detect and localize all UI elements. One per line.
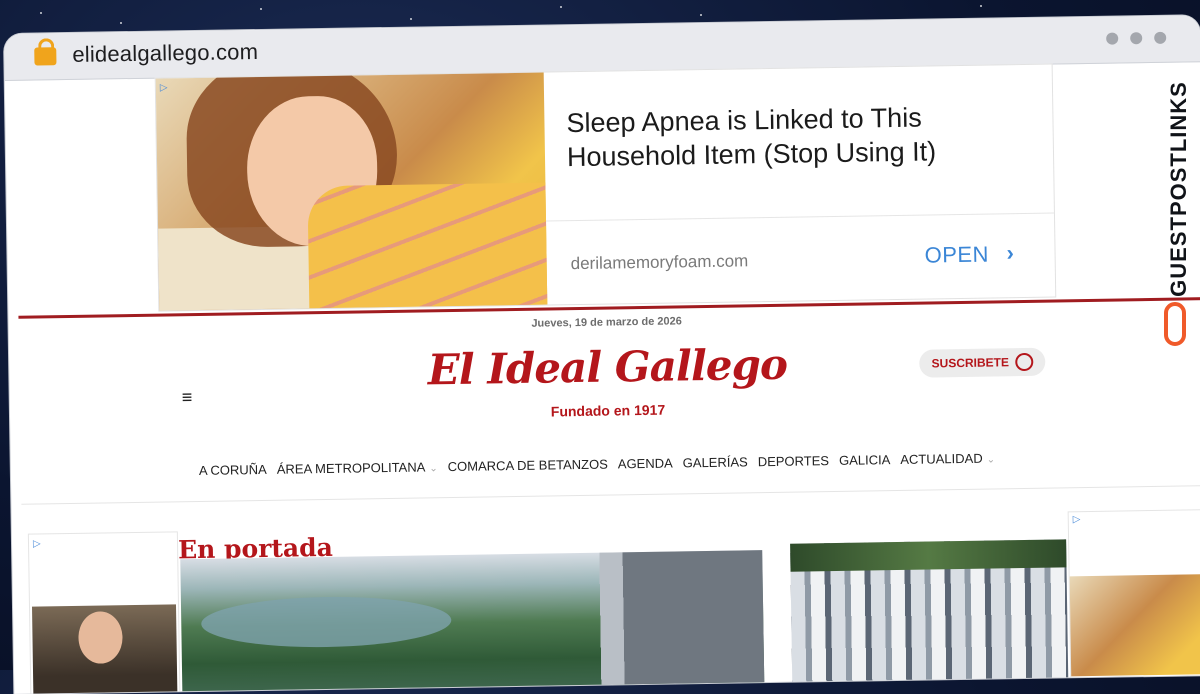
side-ad-image[interactable] [31, 604, 178, 694]
right-ad-image[interactable] [1069, 574, 1200, 677]
secondary-photo[interactable] [790, 539, 1069, 694]
subscribe-button[interactable]: SUSCRIBETE [919, 347, 1046, 378]
window-dot-icon[interactable] [1106, 32, 1119, 45]
nav-item-agenda[interactable]: AGENDA [618, 456, 673, 472]
browser-window: elidealgallego.com ▷ Sleep Apnea is Link… [4, 15, 1200, 694]
ad-domain: derilamemoryfoam.com [570, 251, 749, 274]
nav-item-galerias[interactable]: GALERÍAS [683, 454, 748, 470]
window-controls [1106, 31, 1167, 45]
nav-item-actualidad[interactable]: ACTUALIDAD ⌄ [900, 450, 996, 467]
nav-item-a-coruna[interactable]: A CORUÑA [199, 462, 267, 478]
ad-headline[interactable]: Sleep Apnea is Linked to This Household … [566, 99, 1007, 174]
brand-watermark-text: GUESTPOSTLINKS [1166, 81, 1191, 297]
headline-photo[interactable] [180, 550, 765, 694]
right-ad[interactable]: ▷ [1067, 509, 1200, 694]
nav-divider [21, 485, 1200, 505]
nav-item-galicia[interactable]: GALICIA [839, 452, 891, 468]
ad-divider [545, 212, 1054, 222]
ad-open-button[interactable]: OPEN [924, 242, 989, 269]
adchoices-icon[interactable]: ▷ [1073, 514, 1081, 525]
nav-item-comarca-betanzos[interactable]: COMARCA DE BETANZOS [448, 457, 608, 475]
user-icon [1014, 352, 1034, 372]
adchoices-icon[interactable]: ▷ [160, 82, 168, 93]
chevron-down-icon: ⌄ [429, 463, 438, 475]
chevron-right-icon[interactable]: › [1006, 240, 1014, 266]
window-dot-icon[interactable] [1154, 31, 1167, 44]
lock-icon [34, 47, 57, 66]
nav-item-area-metropolitana[interactable]: ÁREA METROPOLITANA ⌄ [277, 459, 438, 476]
subscribe-label: SUSCRIBETE [931, 355, 1010, 371]
chevron-down-icon: ⌄ [986, 454, 996, 466]
header-date: Jueves, 19 de marzo de 2026 [531, 315, 682, 330]
nav-item-deportes[interactable]: DEPORTES [758, 453, 830, 469]
main-nav: A CORUÑA ÁREA METROPOLITANA ⌄ COMARCA DE … [199, 450, 995, 478]
ad-banner[interactable]: ▷ Sleep Apnea is Linked to This Househol… [154, 63, 1057, 312]
link-icon [1164, 302, 1186, 346]
ad-image[interactable]: ▷ [155, 72, 548, 311]
adchoices-icon[interactable]: ▷ [33, 538, 41, 549]
brand-watermark: GUESTPOSTLINKS [1158, 50, 1200, 370]
window-dot-icon[interactable] [1130, 32, 1143, 45]
address-bar-url[interactable]: elidealgallego.com [72, 39, 258, 68]
